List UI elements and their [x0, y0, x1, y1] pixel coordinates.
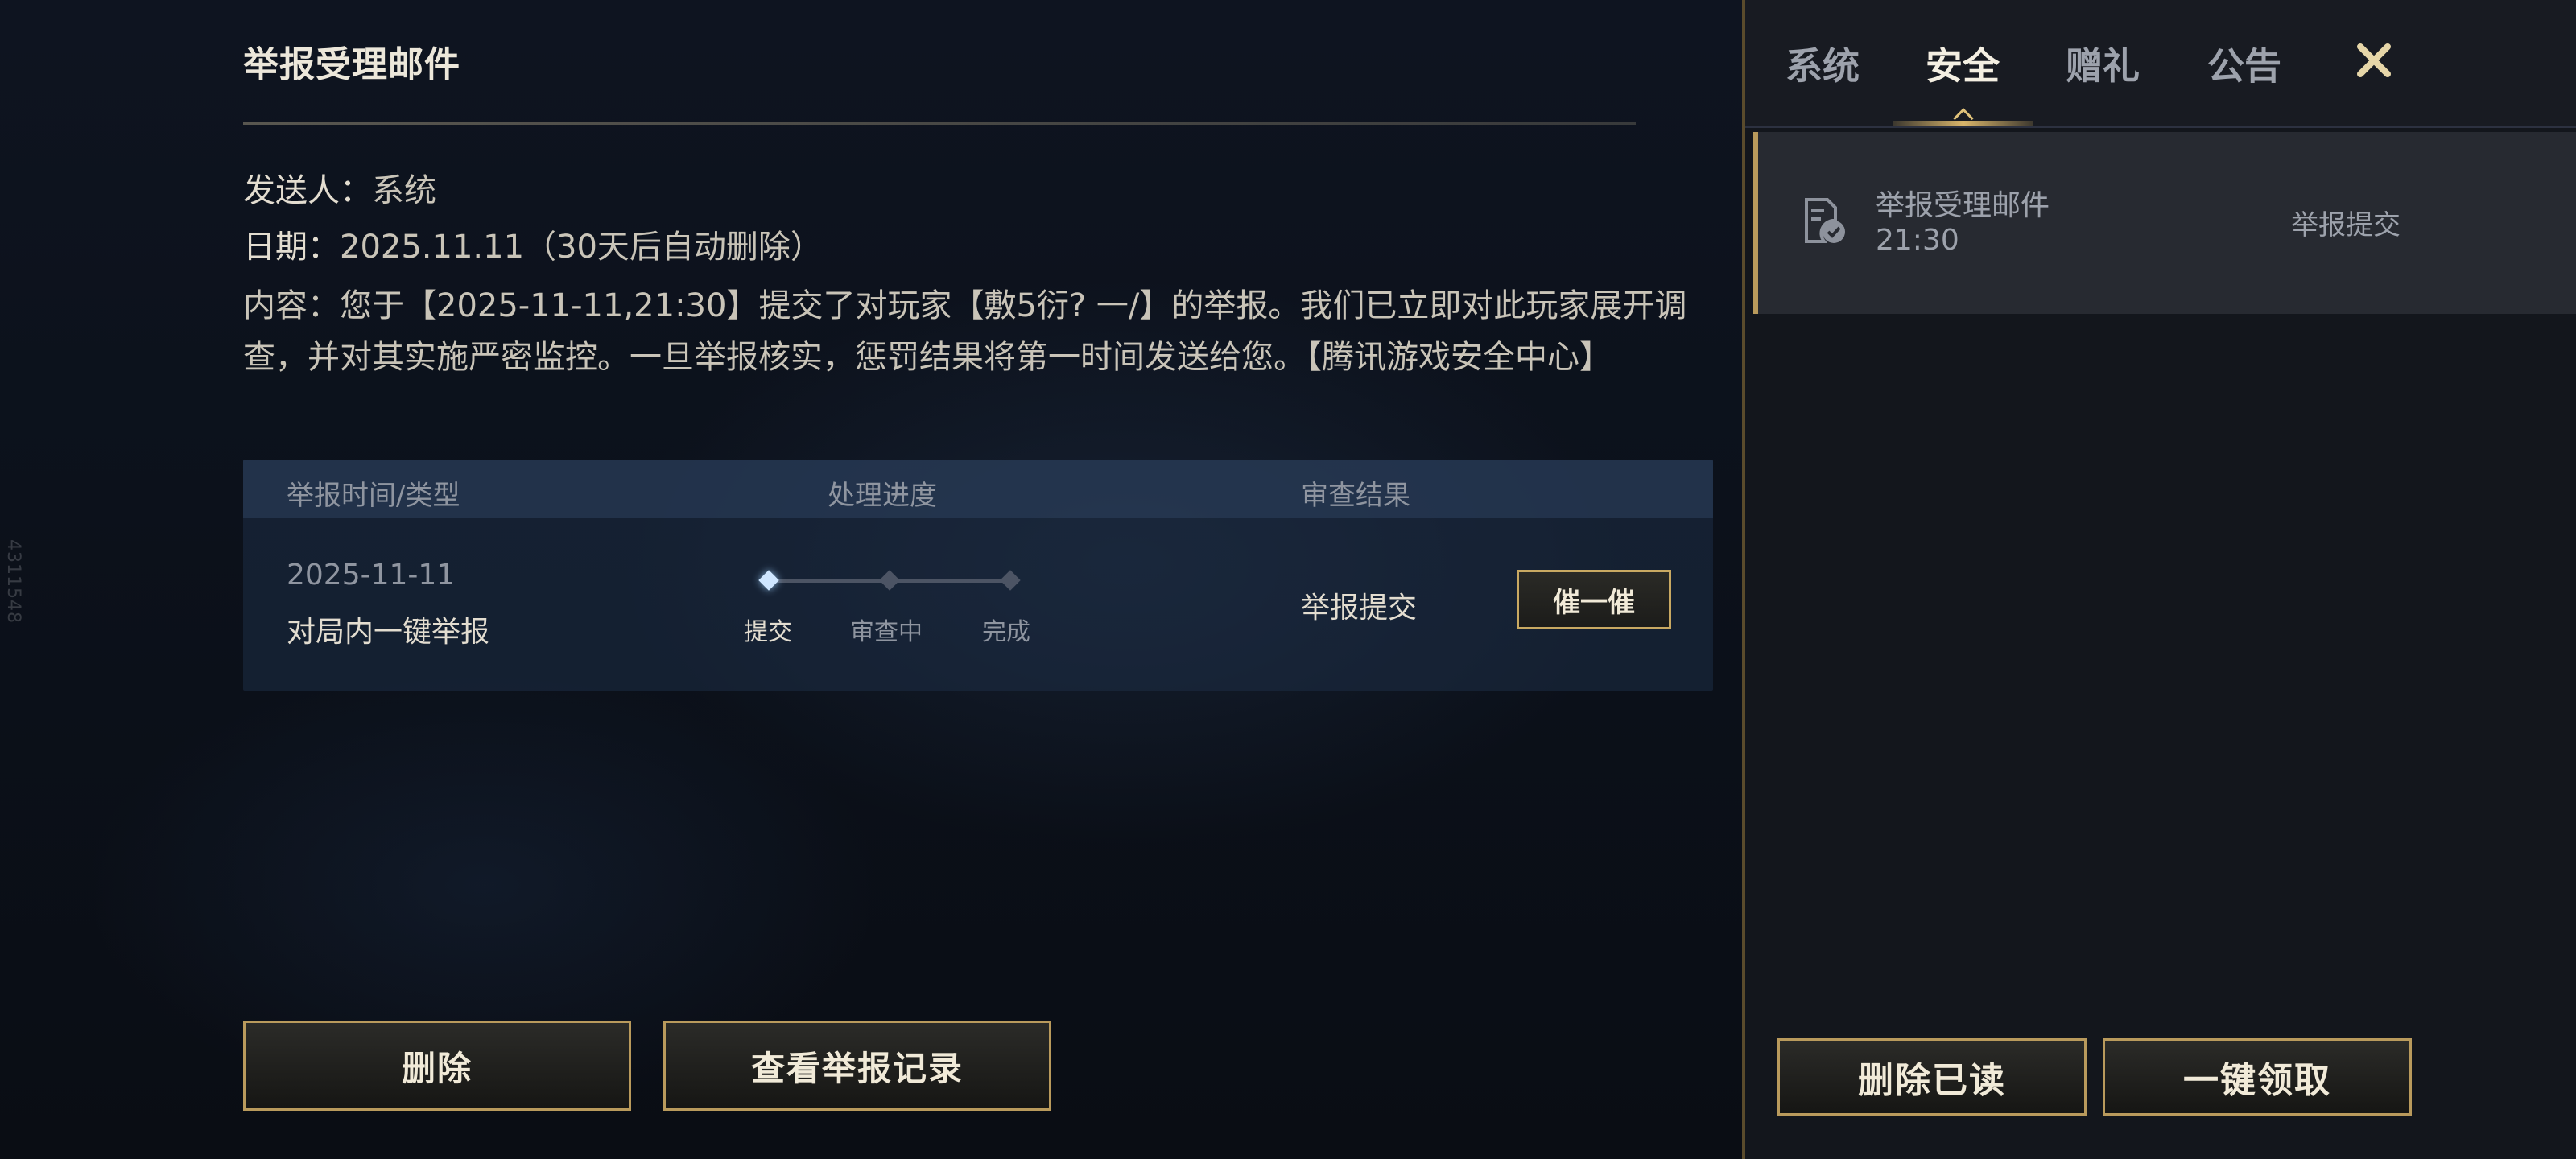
- mail-item-status: 举报提交: [2291, 209, 2401, 241]
- progress-node-done: [1000, 570, 1021, 591]
- title-divider: [243, 122, 1636, 125]
- report-date: 2025-11-11: [287, 559, 456, 592]
- mail-detail-title: 举报受理邮件: [243, 44, 460, 85]
- view-records-button[interactable]: 查看举报记录: [663, 1021, 1051, 1111]
- report-result: 举报提交: [1301, 592, 1418, 625]
- date-value: 2025.11.11（30天后自动删除）: [340, 229, 823, 266]
- tab-system[interactable]: 系统: [1785, 37, 1860, 90]
- side-id-text: 4311548: [3, 539, 23, 624]
- mail-item-title: 举报受理邮件: [1876, 189, 2050, 222]
- mail-detail: 举报受理邮件 发送人：系统 日期：2025.11.11（30天后自动删除） 内容…: [243, 0, 1716, 1159]
- mail-screen: 4311548 举报受理邮件 发送人：系统 日期：2025.11.11（30天后…: [0, 0, 2576, 1159]
- sender-line: 发送人：系统: [243, 164, 436, 211]
- header-result: 审查结果: [1301, 480, 1410, 512]
- progress-node-submit: [758, 570, 779, 591]
- progress-tracker: 提交 审查中 完成: [734, 565, 1030, 646]
- tab-security[interactable]: 安全: [1926, 37, 2000, 90]
- step-label-review: 审查中: [850, 618, 923, 646]
- sender-value: 系统: [372, 172, 436, 209]
- content-label: 内容：: [243, 287, 340, 324]
- delete-button[interactable]: 删除: [243, 1021, 631, 1111]
- mail-list-panel: 系统 安全 赠礼 公告 举报受理邮件 21:30 举报提交 删除已读 一键领取: [1742, 0, 2576, 1159]
- close-button[interactable]: [2346, 32, 2402, 89]
- sender-label: 发送人：: [243, 172, 372, 209]
- table-header: 举报时间/类型 处理进度 审查结果: [243, 460, 1713, 518]
- tab-bar: 系统 安全 赠礼 公告: [1745, 0, 2576, 129]
- mail-item-time: 21:30: [1876, 224, 1959, 257]
- mail-check-icon: [1800, 196, 1848, 246]
- delete-read-button[interactable]: 删除已读: [1777, 1038, 2087, 1116]
- report-type: 对局内一键举报: [287, 616, 490, 649]
- step-label-done: 完成: [982, 618, 1030, 646]
- date-line: 日期：2025.11.11（30天后自动删除）: [243, 221, 823, 267]
- tab-notice[interactable]: 公告: [2207, 37, 2281, 90]
- urge-button[interactable]: 催一催: [1517, 570, 1671, 629]
- claim-all-button[interactable]: 一键领取: [2103, 1038, 2412, 1116]
- mail-list-item[interactable]: 举报受理邮件 21:30 举报提交: [1753, 132, 2576, 314]
- progress-node-review: [879, 570, 900, 591]
- header-time-type: 举报时间/类型: [287, 480, 460, 512]
- content-text: 您于【2025-11-11,21:30】提交了对玩家【敷5衍? 一/】的举报。我…: [243, 287, 1687, 376]
- step-label-submit: 提交: [744, 618, 792, 646]
- header-progress: 处理进度: [828, 480, 937, 512]
- close-icon: [2357, 43, 2391, 77]
- tab-gift[interactable]: 赠礼: [2066, 37, 2140, 90]
- report-table: 举报时间/类型 处理进度 审查结果 2025-11-11 对局内一键举报 提交 …: [243, 460, 1713, 691]
- mail-content: 内容：您于【2025-11-11,21:30】提交了对玩家【敷5衍? 一/】的举…: [243, 280, 1716, 383]
- date-label: 日期：: [243, 229, 340, 266]
